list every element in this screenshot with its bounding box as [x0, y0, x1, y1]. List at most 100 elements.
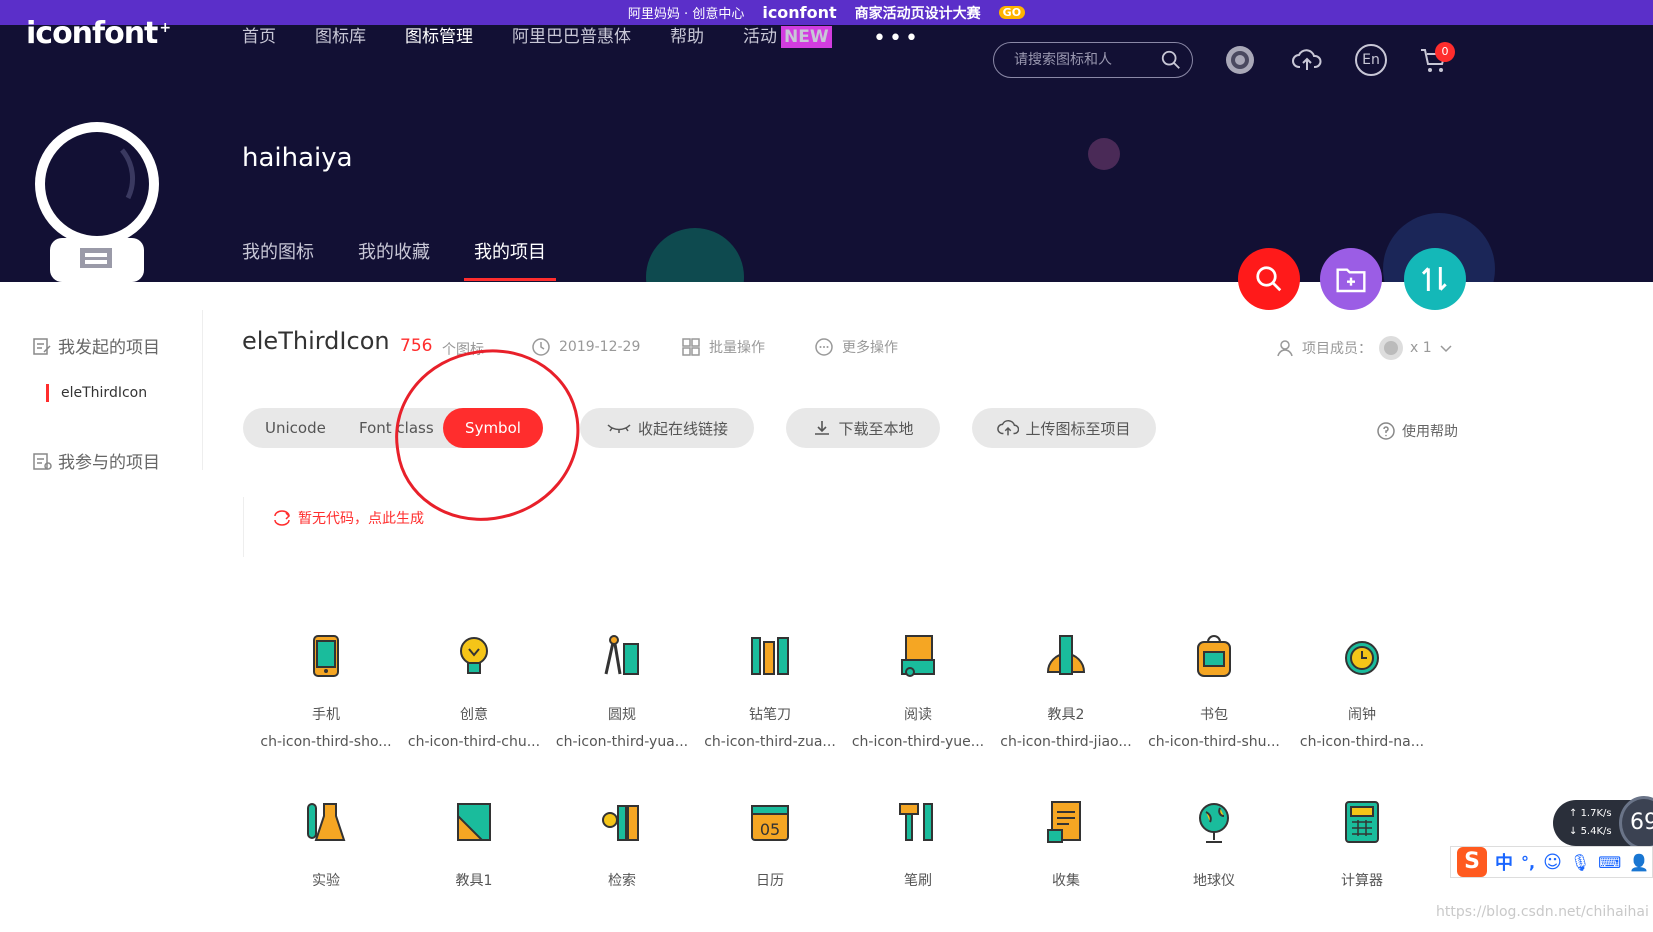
code-mode-switch: Unicode Font class Symbol	[243, 408, 543, 448]
ime-chinese-mode[interactable]: 中	[1495, 849, 1513, 875]
usage-percent: 69	[1619, 796, 1653, 850]
calculator-icon	[1345, 801, 1379, 843]
search-fab-button[interactable]	[1238, 248, 1300, 310]
icon-card[interactable]: 地球仪	[1140, 798, 1288, 890]
icon-card[interactable]: 教具2 ch-icon-third-jiao...	[992, 632, 1140, 750]
icon-card[interactable]: 教具1	[400, 798, 548, 890]
search-icon[interactable]	[1160, 49, 1182, 71]
clock-icon	[532, 338, 550, 356]
profile-tabs: 我的图标 我的收藏 我的项目	[242, 238, 556, 281]
watermark: https://blog.csdn.net/chihaihai	[1436, 904, 1649, 920]
iconfont-logo[interactable]: iconfont +	[26, 16, 171, 51]
globe-icon	[1199, 803, 1229, 843]
search-input[interactable]: 请搜索图标和人	[993, 42, 1193, 78]
profile-username: haihaiya	[242, 143, 353, 173]
icon-card[interactable]: 圆规 ch-icon-third-yua...	[548, 632, 696, 750]
new-folder-fab-button[interactable]	[1320, 248, 1382, 310]
project-date: 2019-12-29	[531, 337, 640, 357]
ime-toolbar[interactable]: S 中 °, ☺ 🎙 ⌨ 👤	[1450, 846, 1653, 878]
icon-card[interactable]: 创意 ch-icon-third-chu...	[400, 632, 548, 750]
sort-fab-button[interactable]	[1404, 248, 1466, 310]
member-avatar-icon	[1379, 336, 1403, 360]
reading-icon	[901, 635, 935, 677]
more-dots-icon[interactable]: •••	[873, 26, 921, 51]
bulb-icon	[460, 637, 488, 674]
project-title: eleThirdIcon	[242, 327, 390, 355]
mode-symbol[interactable]: Symbol	[443, 408, 543, 448]
icon-card[interactable]: 收集	[992, 798, 1140, 890]
decor-dot	[1088, 138, 1120, 170]
project-members[interactable]: 项目成员： x 1	[1276, 335, 1454, 361]
sidebar-joined-projects[interactable]: 我参与的项目	[32, 448, 160, 473]
mode-unicode[interactable]: Unicode	[265, 408, 326, 448]
icon-card[interactable]: 书包 ch-icon-third-shu...	[1140, 632, 1288, 750]
banner-campaign: 商家活动页设计大赛	[854, 5, 981, 22]
user-avatar-icon[interactable]	[1224, 44, 1256, 76]
usage-help-link[interactable]: 使用帮助	[1376, 421, 1458, 441]
tab-my-projects[interactable]: 我的项目	[464, 238, 556, 281]
language-switch[interactable]: En	[1355, 44, 1387, 76]
nav-item-icon-library[interactable]: 图标库	[315, 22, 366, 47]
protractor-icon	[1046, 635, 1086, 675]
tab-my-icons[interactable]: 我的图标	[242, 238, 314, 281]
icon-card[interactable]: 实验	[252, 798, 400, 890]
icon-card[interactable]: 计算器	[1288, 798, 1436, 890]
icon-card[interactable]: 笔刷	[844, 798, 992, 890]
upload-cloud-icon	[997, 419, 1020, 436]
emoji-icon[interactable]: ☺	[1543, 852, 1562, 873]
banner-brand: iconfont	[762, 3, 837, 22]
icon-count: 756	[400, 336, 433, 356]
banner-go-badge[interactable]: GO	[998, 6, 1026, 19]
user-settings-icon[interactable]: 👤	[1629, 853, 1649, 872]
tab-my-favorites[interactable]: 我的收藏	[358, 238, 430, 281]
phone-icon	[313, 635, 339, 677]
icon-card[interactable]: 钻笔刀 ch-icon-third-zua...	[696, 632, 844, 750]
help-circle-icon	[1377, 422, 1395, 440]
upload-cloud-icon[interactable]	[1291, 44, 1323, 76]
sidebar-my-projects[interactable]: 我发起的项目	[32, 333, 160, 358]
icon-card[interactable]: 05 日历	[696, 798, 844, 890]
icon-card[interactable]: 阅读 ch-icon-third-yue...	[844, 632, 992, 750]
upload-speed: ↑ 1.7K/s	[1569, 808, 1612, 819]
collapse-link-button[interactable]: 收起在线链接	[580, 408, 754, 448]
icon-count-unit: 个图标	[442, 342, 484, 358]
nav-item-puhui-font[interactable]: 阿里巴巴普惠体	[512, 22, 631, 47]
nav-item-home[interactable]: 首页	[242, 22, 276, 47]
icon-card[interactable]: 闹钟 ch-icon-third-na...	[1288, 632, 1436, 750]
punctuation-icon[interactable]: °,	[1521, 853, 1535, 872]
shared-doc-icon	[33, 452, 52, 470]
search-icon	[1256, 266, 1282, 292]
nav-item-activity[interactable]: 活动 NEW	[743, 22, 832, 48]
cart-count-badge: 0	[1435, 42, 1455, 62]
triangle-ruler-icon	[457, 803, 491, 841]
calendar-icon: 05	[751, 805, 789, 841]
decor-circle-teal	[646, 228, 744, 282]
icon-card[interactable]: 检索	[548, 798, 696, 890]
microphone-icon[interactable]: 🎙	[1570, 853, 1590, 872]
calendar-day: 05	[760, 820, 780, 839]
download-icon	[815, 421, 830, 435]
brush-icon	[899, 803, 933, 841]
more-operation-button[interactable]: 更多操作	[814, 337, 898, 357]
sort-arrows-icon	[1421, 267, 1447, 291]
folder-add-icon	[1336, 268, 1366, 293]
sidebar-project-item[interactable]: eleThirdIcon	[46, 384, 147, 402]
grid-icon	[682, 338, 700, 356]
generate-code-link[interactable]: 暂无代码，点此生成	[272, 508, 424, 528]
nav-item-help[interactable]: 帮助	[670, 22, 704, 47]
upload-icons-button[interactable]: 上传图标至项目	[972, 408, 1156, 448]
keyboard-icon[interactable]: ⌨	[1598, 853, 1621, 872]
pencil-knife-icon	[751, 637, 789, 675]
download-button[interactable]: 下载至本地	[786, 408, 940, 448]
download-speed: ↓ 5.4K/s	[1569, 826, 1612, 837]
network-speed-widget[interactable]: ↑ 1.7K/s ↓ 5.4K/s 69	[1553, 796, 1653, 850]
mode-font-class[interactable]: Font class	[359, 408, 434, 448]
eye-closed-icon	[607, 424, 631, 433]
icon-card[interactable]: 手机 ch-icon-third-sho...	[252, 632, 400, 750]
batch-operation-button[interactable]: 批量操作	[681, 337, 765, 357]
sogou-logo-icon[interactable]: S	[1457, 847, 1487, 877]
edit-doc-icon	[33, 337, 51, 355]
new-badge: NEW	[781, 26, 832, 48]
nav-item-icon-management[interactable]: 图标管理	[405, 22, 473, 47]
lab-icon	[307, 803, 346, 841]
